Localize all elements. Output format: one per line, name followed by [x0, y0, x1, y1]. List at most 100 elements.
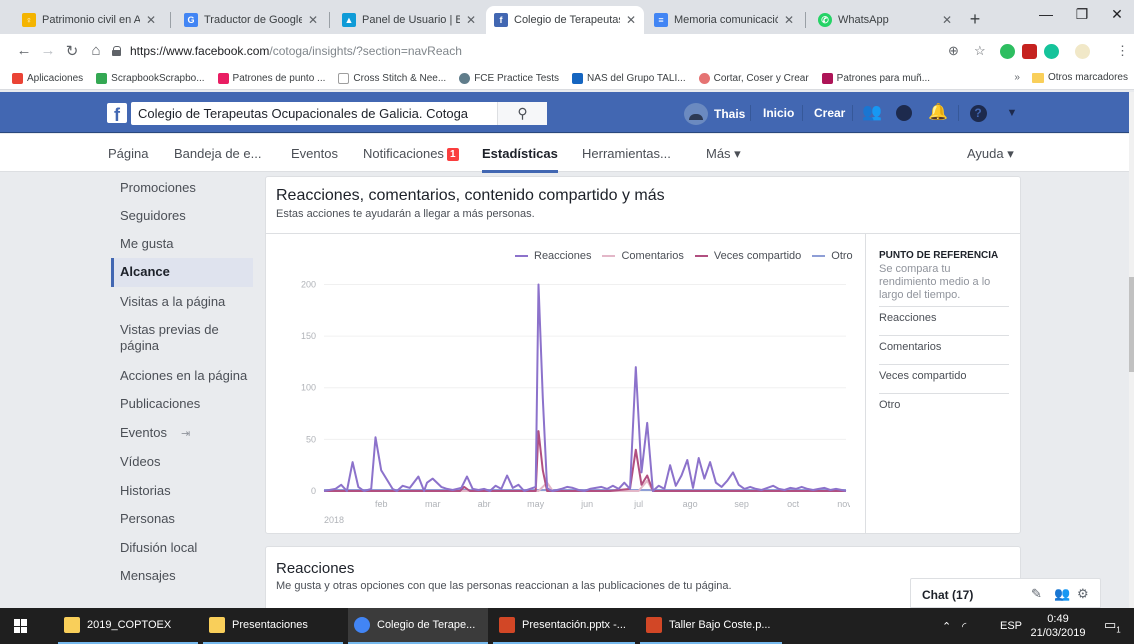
benchmark-item-comments[interactable]: Comentarios [879, 335, 1009, 360]
browser-tab[interactable]: ▲ Panel de Usuario | BlaBlaC ✕ [334, 6, 484, 34]
other-bookmarks[interactable]: Otros marcadores [1048, 72, 1128, 83]
bookmark-item[interactable]: Cross Stitch & Nee... [338, 73, 446, 84]
sidebar-item-local[interactable]: Difusión local [111, 540, 253, 556]
tab-page[interactable]: Página [108, 146, 148, 161]
bookmark-star-icon[interactable]: ☆ [974, 43, 986, 59]
bookmark-item[interactable]: FCE Practice Tests [459, 73, 559, 84]
sidebar-item-reach[interactable]: Alcance [111, 258, 253, 287]
friend-requests-icon[interactable]: 👥 [862, 103, 882, 123]
restore-button[interactable]: ❐ [1067, 6, 1097, 23]
tab-separator [329, 12, 330, 28]
profile-extension-icon[interactable] [1075, 44, 1090, 59]
tab-events[interactable]: Eventos [291, 146, 338, 161]
home-link[interactable]: Inicio [763, 106, 794, 120]
page-scrollbar[interactable] [1129, 92, 1134, 608]
facebook-search-input[interactable]: Colegio de Terapeutas Ocupacionales de G… [131, 102, 547, 125]
chat-tab[interactable]: Chat (17) ✎ 👥 ⚙ [910, 578, 1101, 608]
bookmark-item[interactable]: ScrapbookScrapbo... [96, 73, 205, 84]
legend-label: Veces compartido [713, 250, 802, 262]
close-window-button[interactable]: ✕ [1102, 6, 1132, 23]
zoom-icon[interactable]: ⊕ [948, 43, 959, 59]
taskbar-item[interactable]: 2019_COPTOEX [58, 608, 198, 644]
sidebar-item-followers[interactable]: Seguidores [111, 208, 253, 224]
legend-label: Otro [831, 250, 853, 262]
profile-link[interactable]: Thais [684, 103, 745, 125]
chat-settings-gear-icon[interactable]: ⚙ [1077, 586, 1089, 602]
pdf-extension-icon[interactable] [1022, 44, 1037, 59]
tab-more[interactable]: Más ▾ [706, 146, 741, 162]
notifications-center-icon[interactable]: ▭1 [1104, 608, 1121, 644]
sidebar-item-likes[interactable]: Me gusta [111, 236, 253, 252]
tab-close-icon[interactable]: ✕ [942, 13, 952, 27]
sidebar-item-page-actions[interactable]: Acciones en la página [111, 368, 253, 384]
taskbar-item[interactable]: Taller Bajo Coste.p... [640, 608, 782, 644]
facebook-logo[interactable]: f [107, 103, 127, 123]
tab-close-icon[interactable]: ✕ [466, 13, 476, 27]
bookmark-item[interactable]: NAS del Grupo TALI... [572, 73, 686, 84]
clock[interactable]: 0:49 21/03/2019 [1030, 608, 1086, 644]
account-dropdown-icon[interactable]: ▼ [1002, 103, 1022, 123]
browser-tab[interactable]: ♀ Patrimonio civil en Arzúa ✕ [14, 6, 164, 34]
taskbar-item-active[interactable]: Colegio de Terape... [348, 608, 488, 644]
bookmark-apps[interactable]: Aplicaciones [12, 73, 83, 84]
sidebar-item-page-previews[interactable]: Vistas previas de página [111, 322, 231, 354]
browser-tab[interactable]: ≡ Memoria comunicación 2 ✕ [646, 6, 802, 34]
taskbar-item[interactable]: Presentaciones [203, 608, 343, 644]
taskbar-item[interactable]: Presentación.pptx -... [493, 608, 635, 644]
tab-close-icon[interactable]: ✕ [146, 13, 156, 27]
grammarly-extension-icon[interactable] [1044, 44, 1059, 59]
sidebar-item-promotions[interactable]: Promociones [111, 180, 253, 196]
sidebar-item-stories[interactable]: Historias [111, 483, 253, 499]
help-icon[interactable]: ? [968, 103, 988, 123]
new-message-icon[interactable]: ✎ [1031, 586, 1042, 602]
bookmarks-more-button[interactable]: » [1014, 72, 1020, 83]
reload-icon[interactable]: ↻ [62, 42, 82, 60]
tray-chevron-icon[interactable]: ⌃ [942, 608, 951, 644]
evernote-extension-icon[interactable] [1000, 44, 1015, 59]
legend-item[interactable]: Veces compartido [694, 250, 802, 262]
back-arrow-icon[interactable]: ← [14, 42, 34, 59]
bookmark-item[interactable]: Patrones para muñ... [821, 73, 930, 84]
sidebar-item-events[interactable]: Eventos ⇥ [111, 425, 253, 442]
tab-close-icon[interactable]: ✕ [308, 13, 318, 27]
legend-item[interactable]: Reacciones [515, 250, 591, 262]
minimize-button[interactable]: — [1031, 6, 1061, 22]
sidebar-item-page-views[interactable]: Visitas a la página [111, 294, 253, 310]
benchmark-item-shares[interactable]: Veces compartido [879, 364, 1009, 389]
browser-tab[interactable]: G Traductor de Google ✕ [176, 6, 326, 34]
bookmark-item[interactable]: Patrones de punto ... [217, 73, 325, 84]
create-link[interactable]: Crear [814, 106, 845, 120]
legend-item[interactable]: Comentarios [602, 250, 684, 262]
sidebar-item-posts[interactable]: Publicaciones [111, 396, 253, 412]
address-bar[interactable]: https://www.facebook.com/cotoga/insights… [112, 39, 962, 63]
tab-notifications[interactable]: Notificaciones 1 [363, 146, 459, 161]
messenger-icon[interactable] [894, 103, 914, 123]
new-tab-button[interactable]: + [964, 9, 986, 31]
sidebar-item-messages[interactable]: Mensajes [111, 568, 253, 584]
browser-tab-active[interactable]: f Colegio de Terapeutas Ocu ✕ [486, 6, 644, 34]
notifications-bell-icon[interactable]: 🔔 [928, 103, 948, 123]
browser-tab[interactable]: ✆ WhatsApp ✕ [810, 6, 960, 34]
tab-insights[interactable]: Estadísticas [482, 146, 558, 173]
tab-inbox[interactable]: Bandeja de e... [174, 146, 261, 161]
tab-tools[interactable]: Herramientas... [582, 146, 671, 161]
legend-item[interactable]: Otro [812, 250, 853, 262]
help-dropdown[interactable]: Ayuda ▾ [967, 146, 1014, 162]
x-tick-label: jul [633, 499, 643, 509]
wifi-icon[interactable]: ◜ [962, 608, 966, 644]
scrollbar-thumb[interactable] [1129, 277, 1134, 372]
benchmark-item-reactions[interactable]: Reacciones [879, 306, 1009, 331]
windows-start-icon[interactable] [14, 619, 28, 633]
create-group-icon[interactable]: 👥 [1054, 586, 1070, 602]
browser-menu-icon[interactable]: ⋮ [1116, 43, 1129, 59]
benchmark-item-other[interactable]: Otro [879, 393, 1009, 418]
sidebar-item-people[interactable]: Personas [111, 511, 253, 527]
input-language[interactable]: ESP [1000, 608, 1022, 644]
search-icon[interactable]: ⚲ [497, 102, 547, 125]
tab-close-icon[interactable]: ✕ [784, 13, 794, 27]
forward-arrow-icon[interactable]: → [38, 42, 58, 59]
home-icon[interactable]: ⌂ [86, 42, 106, 59]
sidebar-item-videos[interactable]: Vídeos [111, 454, 253, 470]
tab-close-icon[interactable]: ✕ [626, 13, 636, 27]
bookmark-item[interactable]: Cortar, Coser y Crear [698, 73, 809, 84]
